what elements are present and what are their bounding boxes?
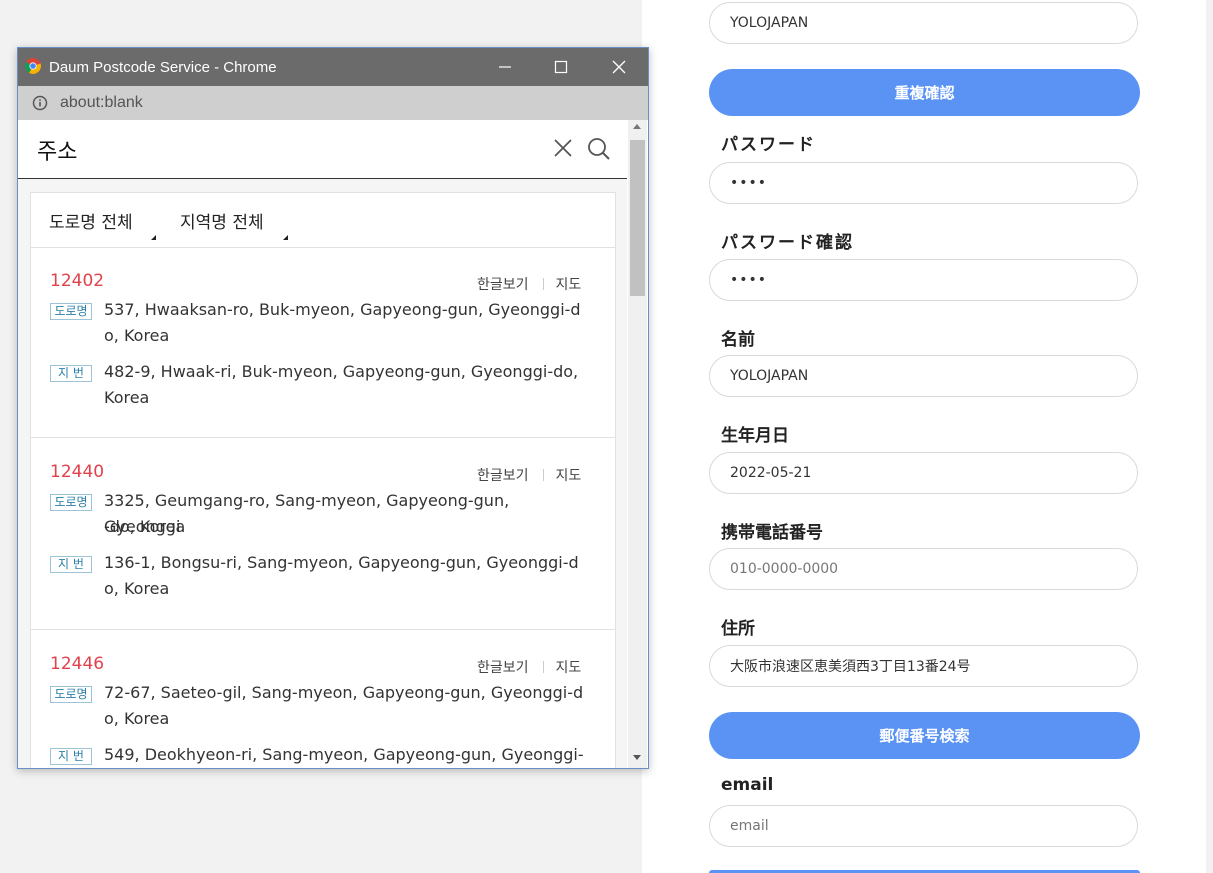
phone-label: 携帯電話番号: [721, 523, 823, 543]
korean-view-link[interactable]: 한글보기: [477, 274, 529, 294]
id-field-value: YOLOJAPAN: [730, 15, 809, 31]
address-bar-url: about:blank: [60, 94, 143, 111]
region-name-filter[interactable]: 지역명 전체: [180, 208, 264, 233]
region-filter-arrow-icon: [283, 235, 288, 240]
chrome-icon: [25, 58, 41, 74]
address-field[interactable]: 大阪市浪速区恵美須西3丁目13番24号: [709, 645, 1138, 687]
results-area: 도로명 전체 지역명 전체 12402 한글보기 지도 도로명 537, Hwaa…: [18, 179, 627, 768]
road-address-line1: 537, Hwaaksan-ro, Buk-myeon, Gapyeong-gu…: [104, 300, 581, 319]
phone-field[interactable]: 010-0000-0000: [709, 548, 1138, 590]
result-item[interactable]: 12446 한글보기 지도 도로명 72-67, Saeteo-gil, Sang…: [31, 630, 615, 768]
result-links: 한글보기 지도: [477, 274, 581, 294]
password-confirm-label: パスワード確認: [721, 233, 854, 253]
name-field[interactable]: YOLOJAPAN: [709, 355, 1138, 397]
road-address-row[interactable]: 도로명 537, Hwaaksan-ro, Buk-myeon, Gapyeon…: [50, 300, 605, 355]
maximize-icon: [554, 60, 568, 74]
popup-titlebar[interactable]: Daum Postcode Service - Chrome: [18, 48, 648, 86]
search-icon[interactable]: [587, 137, 611, 161]
duplicate-check-button[interactable]: 重複確認: [709, 69, 1140, 116]
close-window-button[interactable]: [596, 48, 642, 86]
results-list: 도로명 전체 지역명 전체 12402 한글보기 지도 도로명 537, Hwaa…: [30, 192, 616, 768]
email-label: email: [721, 775, 774, 795]
id-field[interactable]: YOLOJAPAN: [709, 2, 1138, 44]
postcode-search-button[interactable]: 郵便番号検索: [709, 712, 1140, 759]
lot-number-tag: 지 번: [50, 748, 92, 765]
postcode-search-box[interactable]: 주소: [18, 120, 627, 179]
result-links: 한글보기 지도: [477, 657, 581, 677]
lot-address-line2: Korea: [104, 388, 150, 407]
popup-title: Daum Postcode Service - Chrome: [49, 59, 277, 76]
password-confirm-value: ••••: [730, 272, 768, 288]
clear-icon[interactable]: [553, 138, 573, 158]
popup-address-bar[interactable]: about:blank: [18, 86, 648, 120]
link-divider: [542, 278, 544, 290]
road-address-row[interactable]: 도로명 72-67, Saeteo-gil, Sang-myeon, Gapye…: [50, 683, 605, 738]
name-label: 名前: [721, 330, 755, 350]
popup-scrollbar[interactable]: [628, 120, 647, 768]
postcode-search-label: 郵便番号検索: [879, 727, 970, 745]
lot-address-row[interactable]: 지 번 549, Deokhyeon-ri, Sang-myeon, Gapye…: [50, 745, 605, 768]
road-name-tag: 도로명: [50, 494, 92, 511]
lot-address-line1: 136-1, Bongsu-ri, Sang-myeon, Gapyeong-g…: [104, 553, 579, 572]
maximize-button[interactable]: [538, 48, 584, 86]
result-links: 한글보기 지도: [477, 465, 581, 485]
road-address-row[interactable]: 도로명 3325, Geumgang-ro, Sang-myeon, Gapye…: [50, 491, 605, 546]
birthdate-label: 生年月日: [721, 426, 789, 446]
link-divider: [542, 469, 544, 481]
lot-address-row[interactable]: 지 번 136-1, Bongsu-ri, Sang-myeon, Gapyeo…: [50, 553, 605, 608]
info-icon: [32, 95, 48, 111]
email-field[interactable]: email: [709, 805, 1138, 847]
address-label: 住所: [721, 619, 755, 639]
address-value: 大阪市浪速区恵美須西3丁目13番24号: [730, 659, 971, 675]
password-confirm-field[interactable]: ••••: [709, 259, 1138, 301]
result-item[interactable]: 12402 한글보기 지도 도로명 537, Hwaaksan-ro, Buk-m…: [31, 247, 615, 438]
birthdate-field[interactable]: 2022-05-21: [709, 452, 1138, 494]
result-zipcode[interactable]: 12446: [50, 654, 104, 674]
road-address-line2: o, Korea: [104, 326, 170, 345]
name-value: YOLOJAPAN: [730, 368, 809, 384]
road-name-tag: 도로명: [50, 303, 92, 320]
korean-view-link[interactable]: 한글보기: [477, 657, 529, 677]
road-address-line2: -do, Korea: [104, 517, 186, 536]
postcode-content: 주소 도로명 전체 지역명 전체 12402 한글보기 지도 도로명 537, …: [18, 120, 648, 768]
duplicate-check-label: 重複確認: [894, 84, 955, 102]
map-link[interactable]: 지도: [556, 274, 582, 294]
link-divider: [542, 661, 544, 673]
postcode-search-input[interactable]: 주소: [37, 134, 77, 166]
phone-placeholder: 010-0000-0000: [730, 561, 839, 577]
map-link[interactable]: 지도: [556, 465, 582, 485]
road-address-line2: o, Korea: [104, 709, 170, 728]
lot-number-tag: 지 번: [50, 556, 92, 573]
password-field[interactable]: ••••: [709, 162, 1138, 204]
password-label: パスワード: [721, 135, 816, 155]
lot-address-line2: o, Korea: [104, 579, 170, 598]
close-icon: [612, 60, 626, 74]
lot-address-line1: 549, Deokhyeon-ri, Sang-myeon, Gapyeong-…: [104, 745, 584, 764]
minimize-icon: [499, 66, 511, 68]
road-name-filter[interactable]: 도로명 전체: [49, 208, 133, 233]
map-link[interactable]: 지도: [556, 657, 582, 677]
birthdate-value: 2022-05-21: [730, 465, 812, 481]
scroll-up-arrow-icon[interactable]: [633, 124, 641, 129]
lot-address-line1: 482-9, Hwaak-ri, Buk-myeon, Gapyeong-gun…: [104, 362, 579, 381]
password-value: ••••: [730, 175, 768, 191]
minimize-button[interactable]: [482, 48, 528, 86]
result-item[interactable]: 12440 한글보기 지도 도로명 3325, Geumgang-ro, Sang…: [31, 438, 615, 630]
road-name-tag: 도로명: [50, 686, 92, 703]
lot-address-row[interactable]: 지 번 482-9, Hwaak-ri, Buk-myeon, Gapyeong…: [50, 362, 605, 417]
scroll-down-arrow-icon[interactable]: [633, 755, 641, 760]
email-placeholder: email: [730, 818, 769, 834]
road-filter-arrow-icon: [151, 235, 156, 240]
korean-view-link[interactable]: 한글보기: [477, 465, 529, 485]
result-zipcode[interactable]: 12402: [50, 271, 104, 291]
postcode-popup-window: Daum Postcode Service - Chrome about:bla…: [17, 47, 649, 769]
filter-bar: 도로명 전체 지역명 전체: [31, 193, 615, 248]
road-address-line1: 72-67, Saeteo-gil, Sang-myeon, Gapyeong-…: [104, 683, 584, 702]
lot-number-tag: 지 번: [50, 365, 92, 382]
result-zipcode[interactable]: 12440: [50, 462, 104, 482]
page-background-right: [1206, 0, 1213, 873]
scroll-thumb[interactable]: [630, 140, 645, 296]
